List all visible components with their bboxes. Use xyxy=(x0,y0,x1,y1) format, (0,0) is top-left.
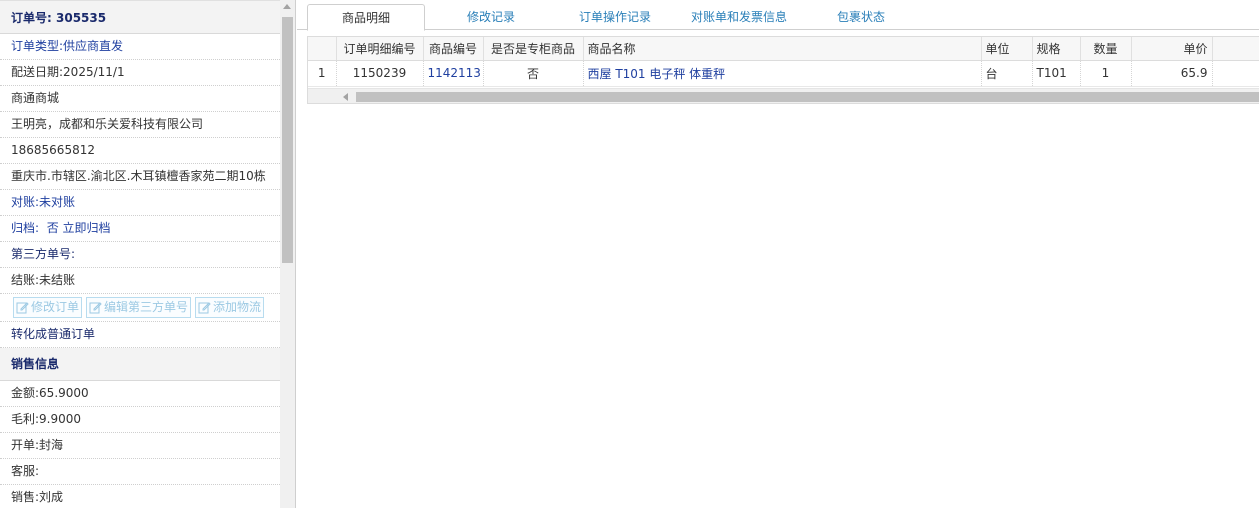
settlement-value: 未结账 xyxy=(39,273,76,287)
amount-row: 金额:65.9000 xyxy=(0,381,280,407)
cell-unit: 台 xyxy=(981,60,1033,87)
order-number-value: 305535 xyxy=(56,11,107,25)
cell-quantity: 1 xyxy=(1080,60,1132,87)
mall-row: 商通商城 xyxy=(0,86,280,112)
cell-counter-product: 否 xyxy=(483,60,584,87)
column-header-product-name[interactable]: 商品名称 xyxy=(583,37,982,61)
archive-label: 归档: xyxy=(11,221,40,235)
cell-product-number-link[interactable]: 1142113 xyxy=(423,60,484,87)
tab-statement-and-invoice[interactable]: 对账单和发票信息 xyxy=(683,4,795,30)
amount-value: 65.9000 xyxy=(39,386,89,400)
edit-order-button[interactable]: 修改订单 xyxy=(13,297,83,318)
grid-horizontal-scrollbar-thumb[interactable] xyxy=(356,92,1259,102)
order-detail-panel: 商品明细 修改记录 订单操作记录 对账单和发票信息 包裹状态 订单明细编号 商品… xyxy=(297,0,1259,508)
column-header-product-number[interactable]: 商品编号 xyxy=(423,37,484,61)
grid-horizontal-scrollbar[interactable] xyxy=(308,88,1259,103)
detail-tabs: 商品明细 修改记录 订单操作记录 对账单和发票信息 包裹状态 xyxy=(297,0,1259,31)
convert-to-normal-order-link[interactable]: 转化成普通订单 xyxy=(11,327,95,341)
third-party-number-label: 第三方单号: xyxy=(11,247,76,261)
customer-address: 重庆市.市辖区.渝北区.木耳镇檀香家苑二期10栋 xyxy=(11,169,266,183)
edit-order-button-label: 修改订单 xyxy=(31,300,80,314)
order-type-value: 供应商直发 xyxy=(63,39,124,53)
order-type-row: 订单类型:供应商直发 xyxy=(0,34,280,60)
edit-icon xyxy=(198,302,211,314)
column-header-counter-product[interactable]: 是否是专柜商品 xyxy=(483,37,584,61)
cell-row-number: 1 xyxy=(308,60,337,87)
add-logistics-button-label: 添加物流 xyxy=(213,300,262,314)
customer-service-row: 客服: xyxy=(0,459,280,485)
reconcile-value: 未对账 xyxy=(39,195,76,209)
cell-detail-number: 1150239 xyxy=(336,60,424,87)
column-header-spec[interactable]: 规格 xyxy=(1032,37,1081,61)
column-header-overflow xyxy=(1212,37,1259,61)
customer-phone: 18685665812 xyxy=(11,143,95,157)
product-detail-table: 订单明细编号 商品编号 是否是专柜商品 商品名称 单位 规格 数量 单价 1 1… xyxy=(308,37,1259,87)
column-header-row-number xyxy=(308,37,337,61)
issuer-row: 开单:封海 xyxy=(0,433,280,459)
tab-package-status[interactable]: 包裹状态 xyxy=(821,4,901,30)
mall-name: 商通商城 xyxy=(11,91,60,105)
settlement-row: 结账:未结账 xyxy=(0,268,280,294)
cell-product-name-link[interactable]: 西屋 T101 电子秤 体重秤 xyxy=(583,60,982,87)
reconcile-label: 对账: xyxy=(11,195,40,209)
column-header-unit-price[interactable]: 单价 xyxy=(1131,37,1213,61)
amount-label: 金额: xyxy=(11,386,40,400)
cell-unit-price: 65.9 xyxy=(1131,60,1213,87)
gross-profit-value: 9.9000 xyxy=(39,412,82,426)
tab-product-details[interactable]: 商品明细 xyxy=(307,4,425,31)
left-panel-scrollbar[interactable] xyxy=(280,0,295,508)
archive-value-link[interactable]: 否 立即归档 xyxy=(47,221,111,235)
order-info-scroll-area: 订单号: 305535 订单类型:供应商直发 配送日期:2025/11/1 商通… xyxy=(0,0,280,508)
gross-profit-row: 毛利:9.9000 xyxy=(0,407,280,433)
delivery-date-value: 2025/11/1 xyxy=(63,65,125,79)
scroll-left-arrow-icon[interactable] xyxy=(343,93,348,101)
cell-overflow xyxy=(1212,60,1259,87)
delivery-date-row: 配送日期:2025/11/1 xyxy=(0,60,280,86)
table-row[interactable]: 1 1150239 1142113 否 西屋 T101 电子秤 体重秤 台 T1… xyxy=(308,60,1259,87)
order-type-label: 订单类型: xyxy=(11,39,64,53)
reconcile-row: 对账:未对账 xyxy=(0,190,280,216)
edit-icon xyxy=(16,302,29,314)
column-header-unit[interactable]: 单位 xyxy=(981,37,1033,61)
edit-third-party-number-button[interactable]: 编辑第三方单号 xyxy=(86,297,192,318)
phone-row: 18685665812 xyxy=(0,138,280,164)
scroll-up-arrow-icon[interactable] xyxy=(283,4,291,9)
table-header-row: 订单明细编号 商品编号 是否是专柜商品 商品名称 单位 规格 数量 单价 xyxy=(308,37,1259,61)
order-actions-row: 修改订单 编辑第三方单号 添加物流 xyxy=(0,294,280,322)
customer-row: 王明亮，成都和乐关爱科技有限公司 xyxy=(0,112,280,138)
order-number-label: 订单号: xyxy=(11,11,52,25)
customer-service-label: 客服: xyxy=(11,464,40,478)
order-info-panel: 订单号: 305535 订单类型:供应商直发 配送日期:2025/11/1 商通… xyxy=(0,0,296,508)
salesperson-row: 销售:刘成 xyxy=(0,485,280,508)
cell-spec: T101 xyxy=(1032,60,1081,87)
sales-info-header: 销售信息 xyxy=(0,348,280,381)
tab-modification-records[interactable]: 修改记录 xyxy=(447,4,535,30)
add-logistics-button[interactable]: 添加物流 xyxy=(195,297,265,318)
edit-third-party-number-button-label: 编辑第三方单号 xyxy=(104,300,189,314)
customer-name: 王明亮，成都和乐关爱科技有限公司 xyxy=(11,117,204,131)
archive-row: 归档: 否 立即归档 xyxy=(0,216,280,242)
gross-profit-label: 毛利: xyxy=(11,412,40,426)
column-header-detail-number[interactable]: 订单明细编号 xyxy=(336,37,424,61)
address-row: 重庆市.市辖区.渝北区.木耳镇檀香家苑二期10栋 xyxy=(0,164,280,190)
left-panel-scrollbar-thumb[interactable] xyxy=(282,17,293,263)
third-party-number-row: 第三方单号: xyxy=(0,242,280,268)
settlement-label: 结账: xyxy=(11,273,40,287)
sales-info-title: 销售信息 xyxy=(11,357,60,371)
convert-order-row: 转化成普通订单 xyxy=(0,322,280,348)
order-number-header: 订单号: 305535 xyxy=(0,0,280,34)
product-detail-grid: 订单明细编号 商品编号 是否是专柜商品 商品名称 单位 规格 数量 单价 1 1… xyxy=(307,36,1259,104)
tab-order-operation-records[interactable]: 订单操作记录 xyxy=(565,4,665,30)
issuer-label: 开单: xyxy=(11,438,40,452)
delivery-date-label: 配送日期: xyxy=(11,65,64,79)
issuer-value: 封海 xyxy=(39,438,64,452)
salesperson-value: 刘成 xyxy=(39,490,64,504)
salesperson-label: 销售: xyxy=(11,490,40,504)
column-header-quantity[interactable]: 数量 xyxy=(1080,37,1132,61)
edit-icon xyxy=(89,302,102,314)
